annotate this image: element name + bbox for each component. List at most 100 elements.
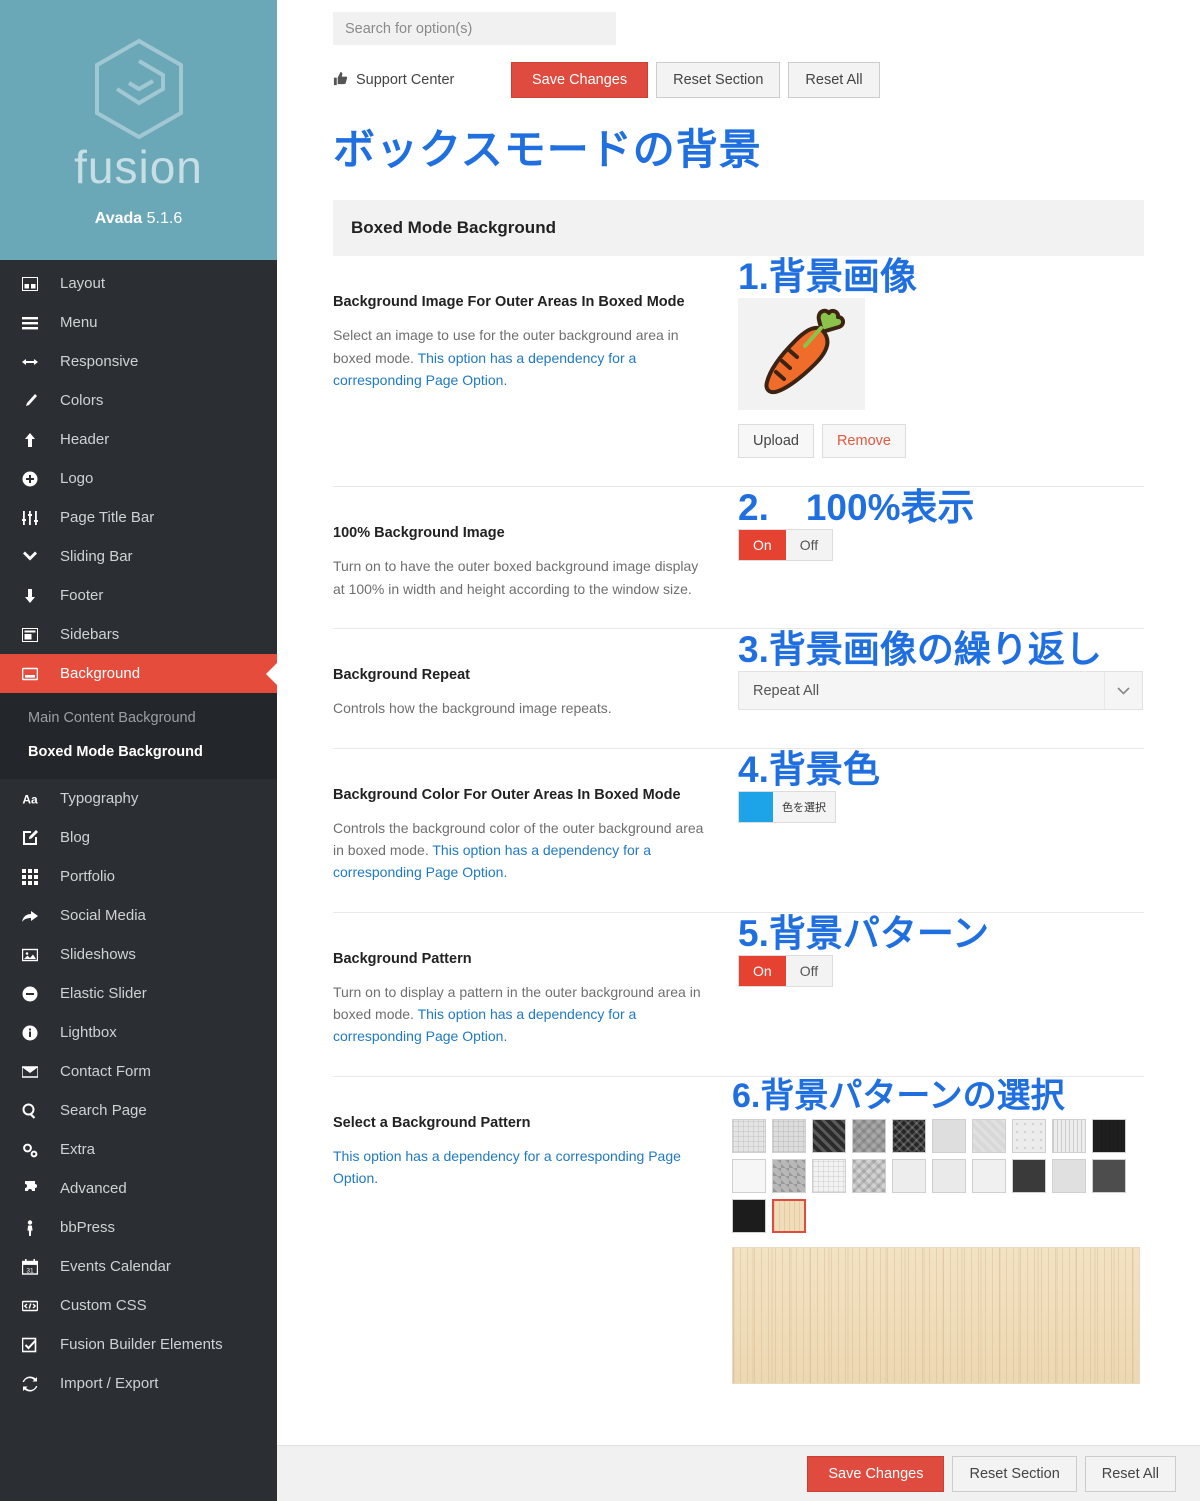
grid-icon [22, 868, 48, 885]
share-arrow-icon [22, 908, 48, 924]
pattern-swatch-5[interactable] [892, 1118, 926, 1153]
option-title: Select a Background Pattern [333, 1114, 531, 1131]
sidebar-item-label: Responsive [60, 353, 139, 370]
sidebar-item-responsive[interactable]: Responsive [0, 342, 277, 381]
layout-icon [22, 276, 48, 292]
pattern-swatch-13[interactable] [812, 1158, 846, 1193]
sidebar-item-label: Slideshows [60, 946, 136, 963]
image-preview[interactable] [738, 298, 865, 411]
reset-section-button[interactable]: Reset Section [656, 62, 781, 98]
sidebar-item-label: Custom CSS [60, 1297, 147, 1314]
pattern-swatch-15[interactable] [892, 1158, 926, 1193]
option-label-group: Background Pattern Turn on to display a … [333, 949, 738, 1048]
sidebar-item-elastic-slider[interactable]: Elastic Slider [0, 974, 277, 1013]
dependency-link[interactable]: This option has a dependency for a corre… [333, 1148, 681, 1186]
sidebar-item-events-calendar[interactable]: 31 Events Calendar [0, 1247, 277, 1286]
background-icon [22, 666, 48, 682]
sidebar-item-typography[interactable]: Aa Typography [0, 779, 277, 818]
main-content: Support Center Save Changes Reset Sectio… [277, 0, 1200, 1501]
sidebar-subitem-main-content-background[interactable]: Main Content Background [0, 701, 277, 735]
sidebar-item-label: Social Media [60, 907, 146, 924]
pattern-swatch-3[interactable] [812, 1118, 846, 1153]
product-name: Avada [94, 209, 143, 227]
pattern-swatch-22[interactable] [772, 1198, 806, 1233]
pattern-swatch-18[interactable] [1012, 1158, 1046, 1193]
pattern-swatch-20[interactable] [1092, 1158, 1126, 1193]
sidebar-item-social-media[interactable]: Social Media [0, 896, 277, 935]
sidebar-item-menu[interactable]: Menu [0, 303, 277, 342]
sidebar-item-background[interactable]: Background [0, 654, 277, 693]
pattern-swatch-2[interactable] [772, 1118, 806, 1153]
option-row-background-pattern: Background Pattern Turn on to display a … [333, 913, 1144, 1077]
toggle-100-percent[interactable]: On Off [738, 529, 834, 562]
sidebar-item-colors[interactable]: Colors [0, 381, 277, 420]
option-description: Controls the background color of the out… [333, 817, 704, 884]
sidebar-item-sidebars[interactable]: Sidebars [0, 615, 277, 654]
toggle-on-option[interactable]: On [739, 955, 786, 986]
pattern-swatch-11[interactable] [732, 1158, 766, 1193]
pattern-swatch-1[interactable] [732, 1118, 766, 1153]
pattern-swatch-12[interactable] [772, 1158, 806, 1193]
sidebar-item-logo[interactable]: Logo [0, 459, 277, 498]
annotation-2: 2. 100%表示 [738, 487, 975, 529]
color-swatch[interactable] [739, 791, 773, 822]
pattern-swatch-9[interactable] [1052, 1118, 1086, 1153]
sidebar-item-fusion-builder-elements[interactable]: Fusion Builder Elements [0, 1325, 277, 1364]
sidebar-item-blog[interactable]: Blog [0, 818, 277, 857]
pattern-swatch-14[interactable] [852, 1158, 886, 1193]
sidebar-item-label: Header [60, 431, 110, 448]
sidebar-item-label: Logo [60, 470, 94, 487]
reset-all-button[interactable]: Reset All [788, 62, 880, 98]
sidebar-item-import-export[interactable]: Import / Export [0, 1364, 277, 1403]
pattern-swatch-17[interactable] [972, 1158, 1006, 1193]
puzzle-icon [22, 1180, 48, 1197]
toggle-off-option[interactable]: Off [785, 955, 833, 986]
save-changes-button[interactable]: Save Changes [511, 62, 649, 98]
pattern-swatch-6[interactable] [932, 1118, 966, 1153]
option-label-group: Select a Background Pattern This option … [333, 1113, 732, 1384]
sidebar-item-slideshows[interactable]: Slideshows [0, 935, 277, 974]
sidebar-item-extra[interactable]: Extra [0, 1130, 277, 1169]
svg-text:Aa: Aa [22, 792, 38, 806]
sidebar-item-footer[interactable]: Footer [0, 576, 277, 615]
sidebar-item-page-title-bar[interactable]: Page Title Bar [0, 498, 277, 537]
sidebar-item-sliding-bar[interactable]: Sliding Bar [0, 537, 277, 576]
sidebar-item-advanced[interactable]: Advanced [0, 1169, 277, 1208]
pattern-swatch-21[interactable] [732, 1198, 766, 1233]
option-row-background-image: Background Image For Outer Areas In Boxe… [333, 256, 1144, 488]
toggle-background-pattern[interactable]: On Off [738, 954, 834, 987]
footer-save-changes-button[interactable]: Save Changes [807, 1455, 945, 1492]
sidebar-item-lightbox[interactable]: Lightbox [0, 1013, 277, 1052]
option-description: Turn on to have the outer boxed backgrou… [333, 558, 699, 597]
sidebar-item-label: Events Calendar [60, 1258, 171, 1275]
sidebar-item-bbpress[interactable]: bbPress [0, 1208, 277, 1247]
footer-reset-section-button[interactable]: Reset Section [952, 1455, 1077, 1492]
color-picker[interactable]: 色を選択 [738, 790, 836, 823]
toggle-off-option[interactable]: Off [785, 530, 833, 561]
option-label-group: Background Repeat Controls how the backg… [333, 665, 738, 719]
sidebar-item-contact-form[interactable]: Contact Form [0, 1052, 277, 1091]
sidebar-item-portfolio[interactable]: Portfolio [0, 857, 277, 896]
search-input[interactable] [333, 12, 616, 45]
footer-reset-all-button[interactable]: Reset All [1084, 1455, 1176, 1492]
background-repeat-select[interactable]: Repeat All [738, 671, 1143, 711]
pattern-swatch-7[interactable] [972, 1118, 1006, 1153]
option-control-group: 4.背景色 色を選択 [738, 751, 1144, 884]
sidebar-item-search-page[interactable]: Search Page [0, 1091, 277, 1130]
sidebar-item-layout[interactable]: Layout [0, 264, 277, 303]
version-number: 5.1.6 [146, 209, 183, 227]
pattern-swatch-19[interactable] [1052, 1158, 1086, 1193]
upload-button[interactable]: Upload [738, 424, 814, 459]
sidebar-item-custom-css[interactable]: Custom CSS [0, 1286, 277, 1325]
toggle-on-option[interactable]: On [739, 530, 786, 561]
pattern-swatch-8[interactable] [1012, 1118, 1046, 1153]
pattern-swatch-16[interactable] [932, 1158, 966, 1193]
remove-button[interactable]: Remove [821, 424, 906, 459]
support-center-link[interactable]: Support Center [333, 71, 511, 90]
option-title: 100% Background Image [333, 525, 505, 542]
pattern-swatch-4[interactable] [852, 1118, 886, 1153]
color-picker-button[interactable]: 色を選択 [773, 791, 835, 822]
sidebar-item-header[interactable]: Header [0, 420, 277, 459]
pattern-swatch-10[interactable] [1092, 1118, 1126, 1153]
sidebar-subitem-boxed-mode-background[interactable]: Boxed Mode Background [0, 735, 277, 769]
